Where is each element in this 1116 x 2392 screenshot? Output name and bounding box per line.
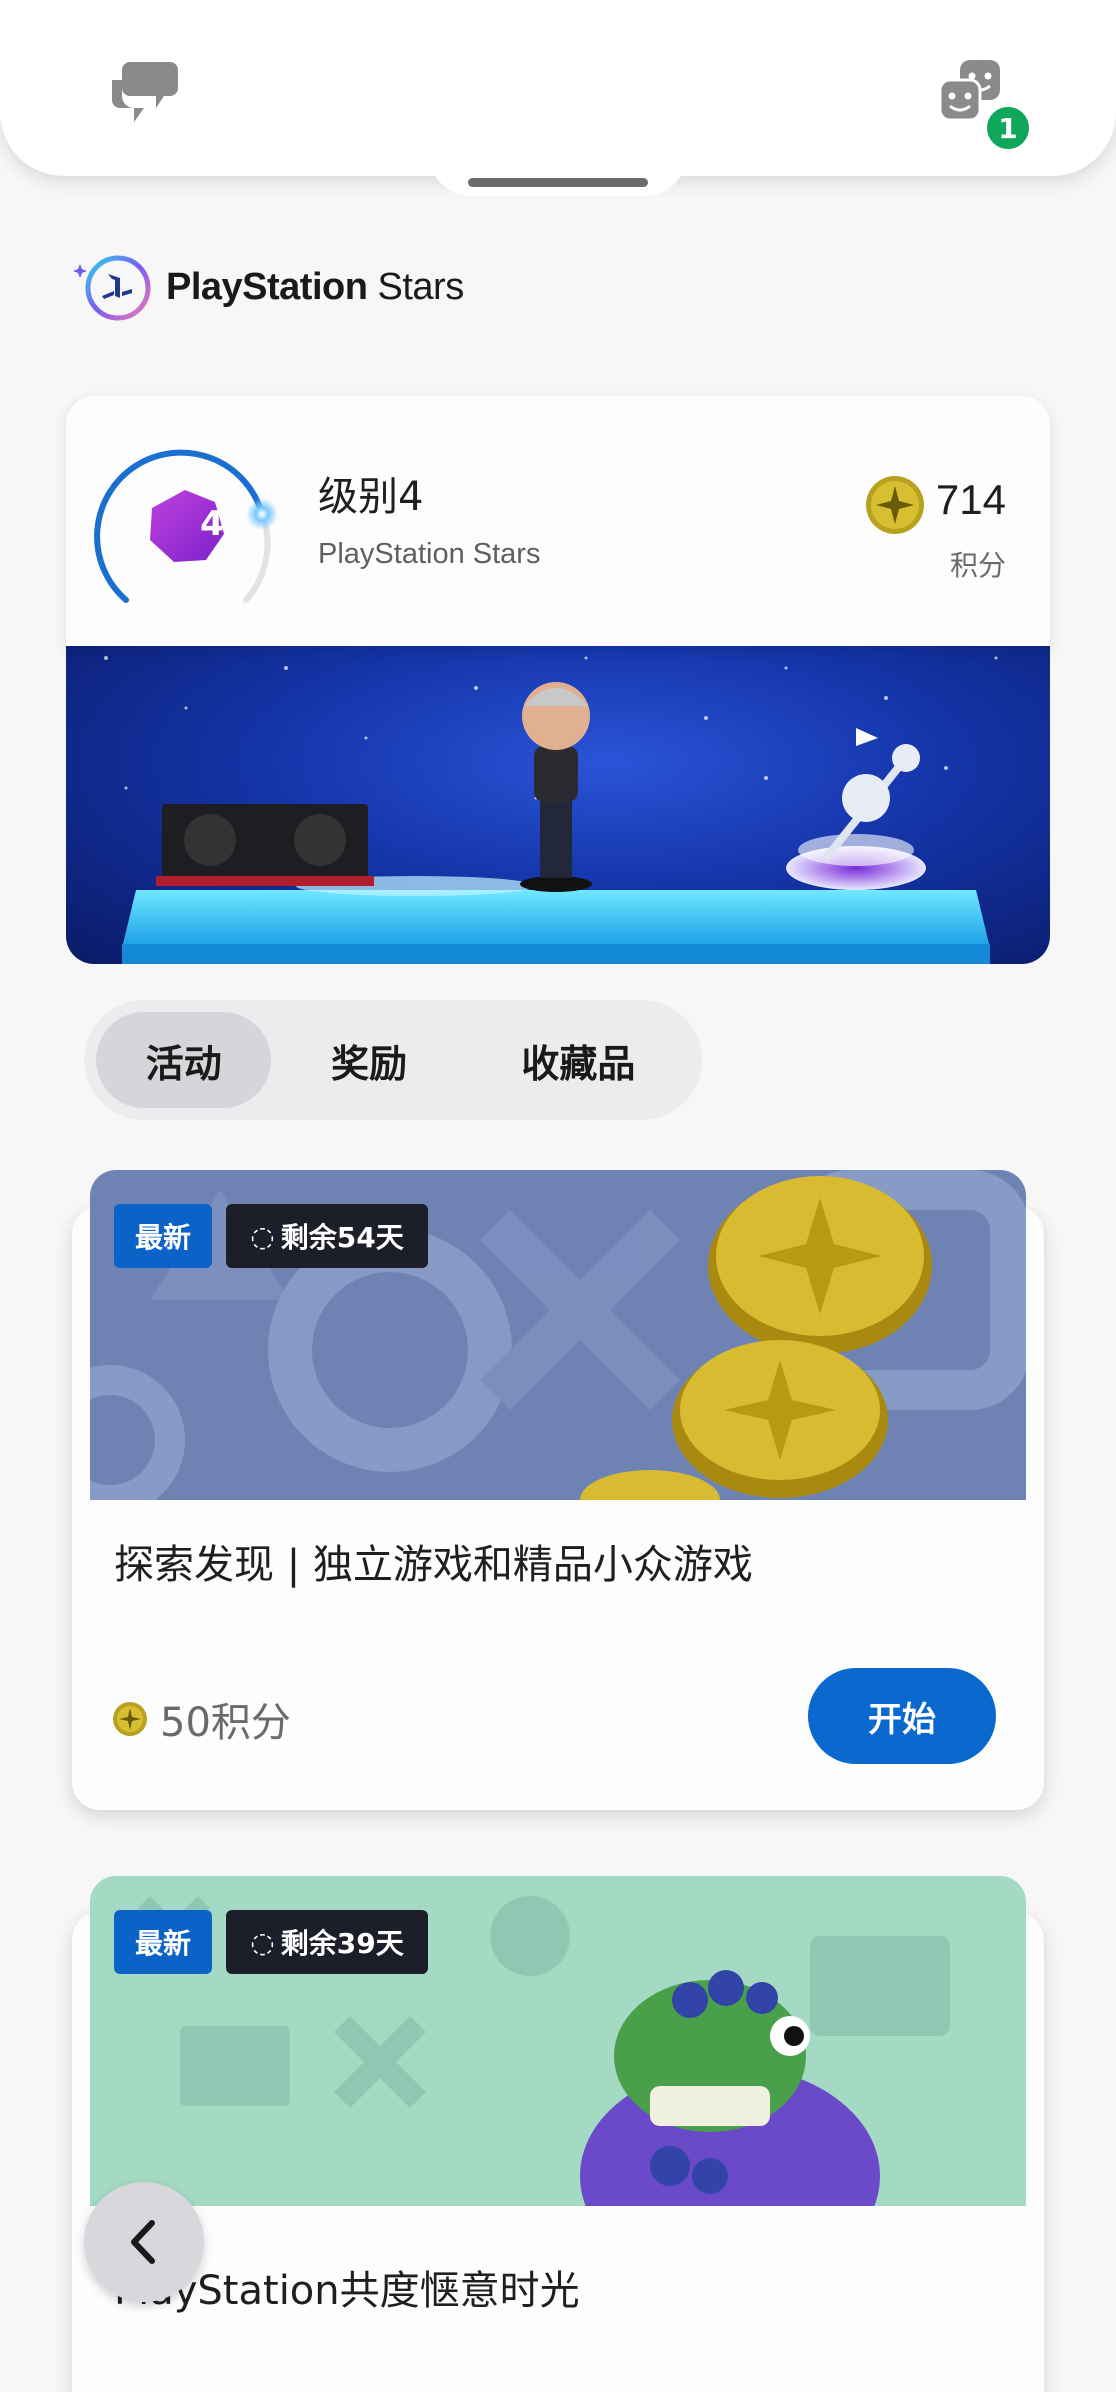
level-subtitle: PlayStation Stars: [318, 538, 541, 570]
chat-bubbles-icon[interactable]: [108, 58, 180, 124]
start-button[interactable]: 开始: [808, 1668, 996, 1764]
level-badge-number: 4: [200, 504, 224, 544]
timer-icon: ◌: [250, 1219, 275, 1253]
chevron-left-icon: [131, 2220, 155, 2264]
display-shelf: [122, 890, 990, 948]
brand-header: PlayStation Stars: [72, 252, 464, 322]
back-button[interactable]: [84, 2182, 204, 2302]
level-title: 级别4: [318, 474, 424, 520]
drag-handle[interactable]: [468, 178, 648, 187]
astro-collectible: [786, 728, 926, 890]
playstation-stars-logo: [73, 255, 151, 321]
brand-name: PlayStation Stars: [166, 265, 464, 308]
tab-activities[interactable]: 活动: [96, 1012, 272, 1108]
star-coin-icon: [866, 476, 924, 534]
star-coin-icon: [113, 1702, 147, 1736]
level-card[interactable]: 4 级别4 PlayStation Stars 714 积分: [66, 396, 1050, 646]
new-badge: 最新: [114, 1910, 212, 1974]
segment-tabs: 活动 奖励 收藏品: [84, 1000, 702, 1120]
points-label: 积分: [949, 549, 1006, 582]
top-notch: [428, 152, 688, 196]
activity-reward: 50积分: [112, 1690, 291, 1748]
timer-icon: ◌: [250, 1925, 275, 1959]
notification-badge: 1: [984, 104, 1032, 152]
figure-collectible: [520, 682, 592, 892]
activity-card[interactable]: 最新 ◌ 剩余39天 PlayStation共度惬意时光: [72, 1876, 1044, 2392]
tab-collectibles[interactable]: 收藏品: [467, 1012, 690, 1108]
activity-title: 探索发现 | 独立游戏和精品小众游戏: [114, 1542, 753, 1588]
speaker-collectible: [156, 804, 374, 886]
points-value: 714: [935, 476, 1006, 523]
time-left-badge: ◌ 剩余39天: [226, 1910, 428, 1974]
activity-card[interactable]: 最新 ◌ 剩余54天 探索发现 | 独立游戏和精品小众游戏 50积分 开始: [72, 1170, 1044, 1810]
time-left-badge: ◌ 剩余54天: [226, 1204, 428, 1268]
new-badge: 最新: [114, 1204, 212, 1268]
tab-rewards[interactable]: 奖励: [271, 1012, 466, 1108]
collectibles-banner[interactable]: [66, 628, 1050, 964]
